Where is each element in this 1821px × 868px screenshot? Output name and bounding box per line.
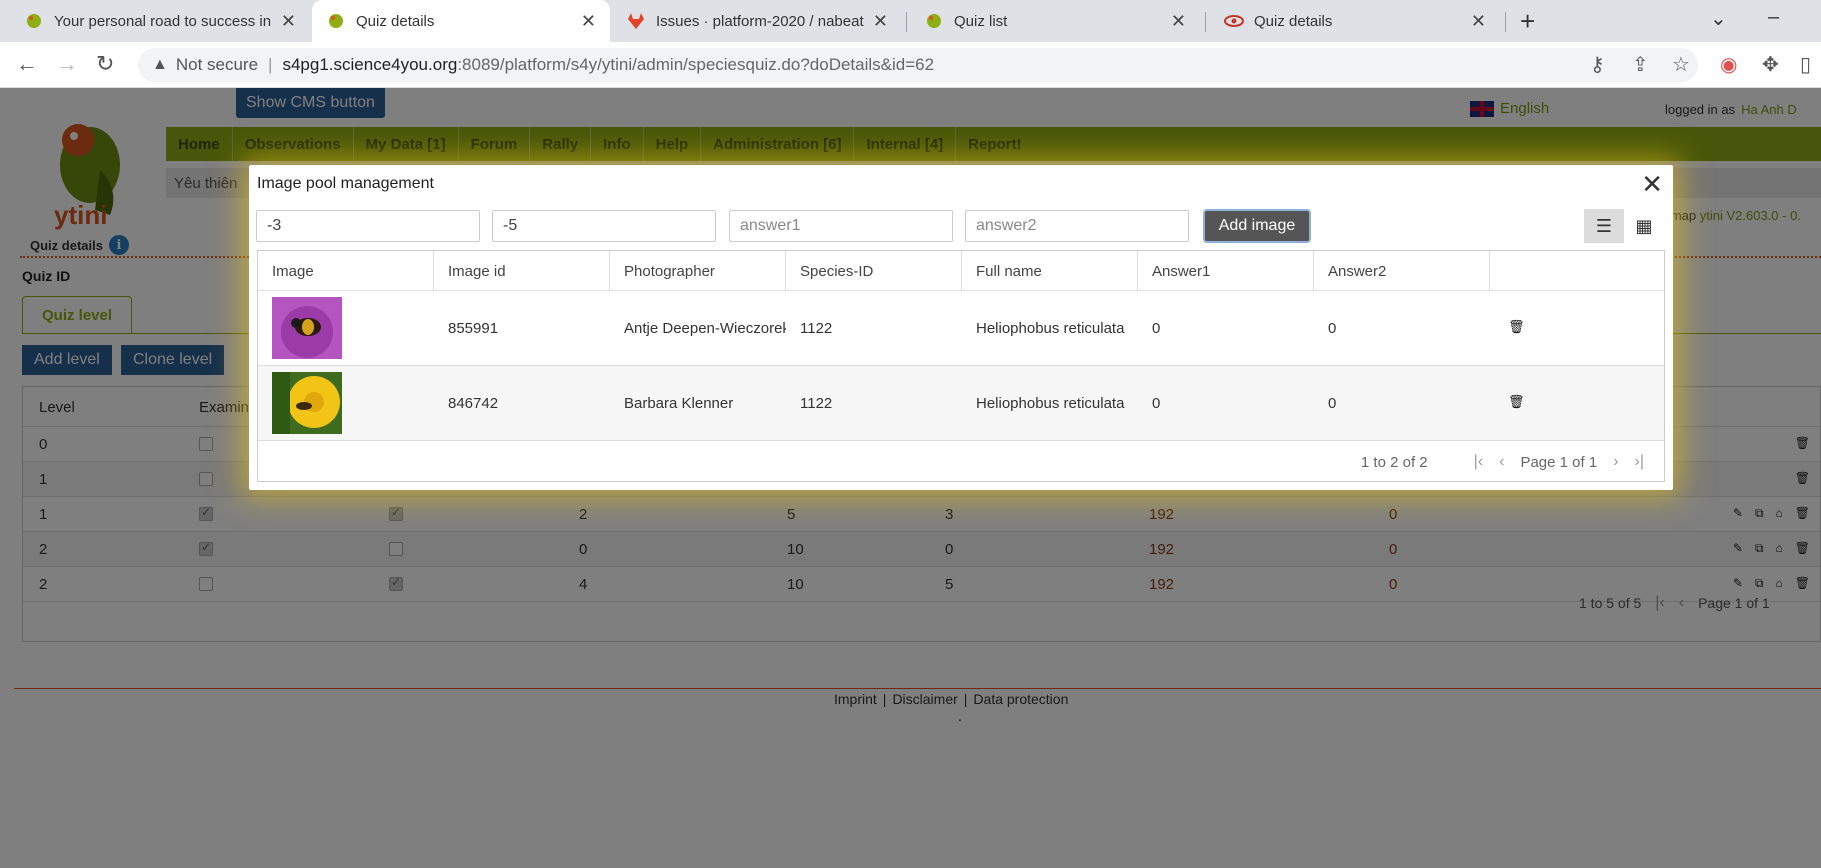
col-answer2[interactable]: Answer2 (1314, 251, 1490, 291)
table-row: 855991 Antje Deepen-Wieczorek 1122 Helio… (258, 291, 1664, 366)
url-host: s4pg1.science4you.org (282, 55, 458, 74)
share-icon[interactable]: ⇪ (1632, 52, 1649, 77)
close-tab-icon[interactable]: ✕ (873, 11, 888, 32)
key-icon[interactable]: ⚷ (1590, 52, 1605, 77)
bumblebee-photo (272, 297, 342, 359)
answer2-cell: 0 (1328, 320, 1337, 337)
grid-footer: 1 to 2 of 2 |‹ ‹ Page 1 of 1 › ›| (258, 443, 1664, 483)
full-name-cell: Heliophobus reticulata (976, 320, 1125, 337)
full-name-cell: Heliophobus reticulata (976, 395, 1125, 412)
image-id-cell: 846742 (448, 395, 499, 412)
ytini-parrot-icon (326, 12, 346, 30)
last-page-icon[interactable]: ›| (1635, 453, 1644, 471)
answer2-cell: 0 (1328, 395, 1337, 412)
answer2-input[interactable]: answer2 (965, 210, 1189, 242)
close-tab-icon[interactable]: ✕ (581, 11, 596, 32)
answer1-cell: 0 (1152, 320, 1161, 337)
forward-arrow-icon[interactable]: → (56, 51, 78, 77)
side-panel-icon[interactable]: ▯ (1800, 52, 1811, 77)
col-answer1[interactable]: Answer1 (1138, 251, 1314, 291)
reload-icon[interactable]: ↻ (96, 51, 114, 77)
col-species-id[interactable]: Species-ID (786, 251, 962, 291)
col-image[interactable]: Image (258, 251, 434, 291)
tab-search-chevron-icon[interactable]: ⌄ (1710, 6, 1727, 31)
grid-header: Image Image id Photographer Species-ID F… (258, 251, 1664, 291)
image-pool-grid: Image Image id Photographer Species-ID F… (257, 250, 1665, 482)
hoverfly-flower-photo (272, 372, 342, 434)
table-row: 846742 Barbara Klenner 1122 Heliophobus … (258, 366, 1664, 441)
close-tab-icon[interactable]: ✕ (281, 11, 296, 32)
first-page-icon[interactable]: |‹ (1474, 453, 1483, 471)
close-icon[interactable]: ✕ (1641, 169, 1663, 200)
extension-record-icon[interactable]: ◉ (1720, 52, 1737, 77)
bookmark-star-icon[interactable]: ☆ (1672, 52, 1690, 77)
tab-title: Quiz list (954, 12, 1008, 30)
view-toggle: ☰ ▦ (1584, 209, 1664, 243)
col-actions (1490, 251, 1666, 291)
close-tab-icon[interactable]: ✕ (1471, 11, 1486, 32)
tab-title: Quiz details (356, 12, 435, 30)
previous-page-icon[interactable]: ‹ (1499, 453, 1504, 471)
tab-title: Issues · platform-2020 / nabeat · (656, 12, 865, 30)
filter-input-1[interactable]: -3 (256, 210, 480, 242)
not-secure-label: Not secure (175, 55, 259, 74)
species-id-cell: 1122 (800, 320, 833, 337)
image-id-cell: 855991 (448, 320, 499, 337)
image-pool-dialog: Image pool management ✕ -3 -5 answer1 an… (249, 165, 1673, 490)
browser-tab-strip: Your personal road to success in ✕ Quiz … (0, 0, 1821, 42)
answer1-cell: 0 (1152, 395, 1161, 412)
back-arrow-icon[interactable]: ← (16, 51, 38, 77)
browser-tab-2-active[interactable]: Quiz details ✕ (312, 0, 610, 42)
answer1-input[interactable]: answer1 (729, 210, 953, 242)
grid-view-icon[interactable]: ▦ (1624, 209, 1664, 243)
gitlab-icon (626, 12, 646, 30)
add-image-button[interactable]: Add image (1203, 209, 1311, 243)
pager-page: Page 1 of 1 (1520, 453, 1598, 471)
list-view-icon[interactable]: ☰ (1584, 209, 1624, 243)
dialog-title: Image pool management (257, 175, 434, 192)
minimize-window-icon[interactable]: – (1768, 6, 1779, 29)
new-tab-button[interactable]: + (1520, 6, 1535, 37)
ytini-parrot-icon (24, 12, 44, 30)
warning-triangle-icon: ▲ (152, 56, 168, 73)
col-photographer[interactable]: Photographer (610, 251, 786, 291)
pager-range: 1 to 2 of 2 (1360, 453, 1428, 471)
ytini-parrot-icon (924, 12, 944, 30)
tab-title: Your personal road to success in (54, 12, 272, 30)
tab-separator (1205, 12, 1206, 32)
photographer-cell: Antje Deepen-Wieczorek (624, 320, 786, 337)
address-bar[interactable]: ▲ Not secure | s4pg1.science4you.org:808… (138, 48, 1698, 82)
delete-icon[interactable]: 🗑 (1508, 319, 1525, 335)
browser-tab-5[interactable]: Quiz details ✕ (1210, 0, 1500, 42)
col-image-id[interactable]: Image id (434, 251, 610, 291)
next-page-icon[interactable]: › (1613, 453, 1618, 471)
tab-title: Quiz details (1254, 12, 1333, 30)
browser-tab-3[interactable]: Issues · platform-2020 / nabeat · ✕ (612, 0, 902, 42)
extensions-puzzle-icon[interactable]: ✥ (1762, 52, 1779, 77)
tab-separator (906, 12, 907, 32)
photographer-cell: Barbara Klenner (624, 395, 734, 412)
col-full-name[interactable]: Full name (962, 251, 1138, 291)
close-tab-icon[interactable]: ✕ (1171, 11, 1186, 32)
tab-separator (1505, 12, 1506, 32)
browser-tab-4[interactable]: Quiz list ✕ (910, 0, 1200, 42)
url-path: :8089/platform/s4y/ytini/admin/speciesqu… (457, 55, 935, 74)
eye-icon (1224, 12, 1244, 30)
url-divider: | (268, 55, 273, 74)
species-id-cell: 1122 (800, 395, 833, 412)
grid-pager: 1 to 2 of 2 |‹ ‹ Page 1 of 1 › ›| (1361, 453, 1644, 471)
delete-icon[interactable]: 🗑 (1508, 394, 1525, 410)
browser-tab-1[interactable]: Your personal road to success in ✕ (10, 0, 310, 42)
browser-toolbar: ← → ↻ ▲ Not secure | s4pg1.science4you.o… (0, 42, 1821, 88)
filter-input-2[interactable]: -5 (492, 210, 716, 242)
